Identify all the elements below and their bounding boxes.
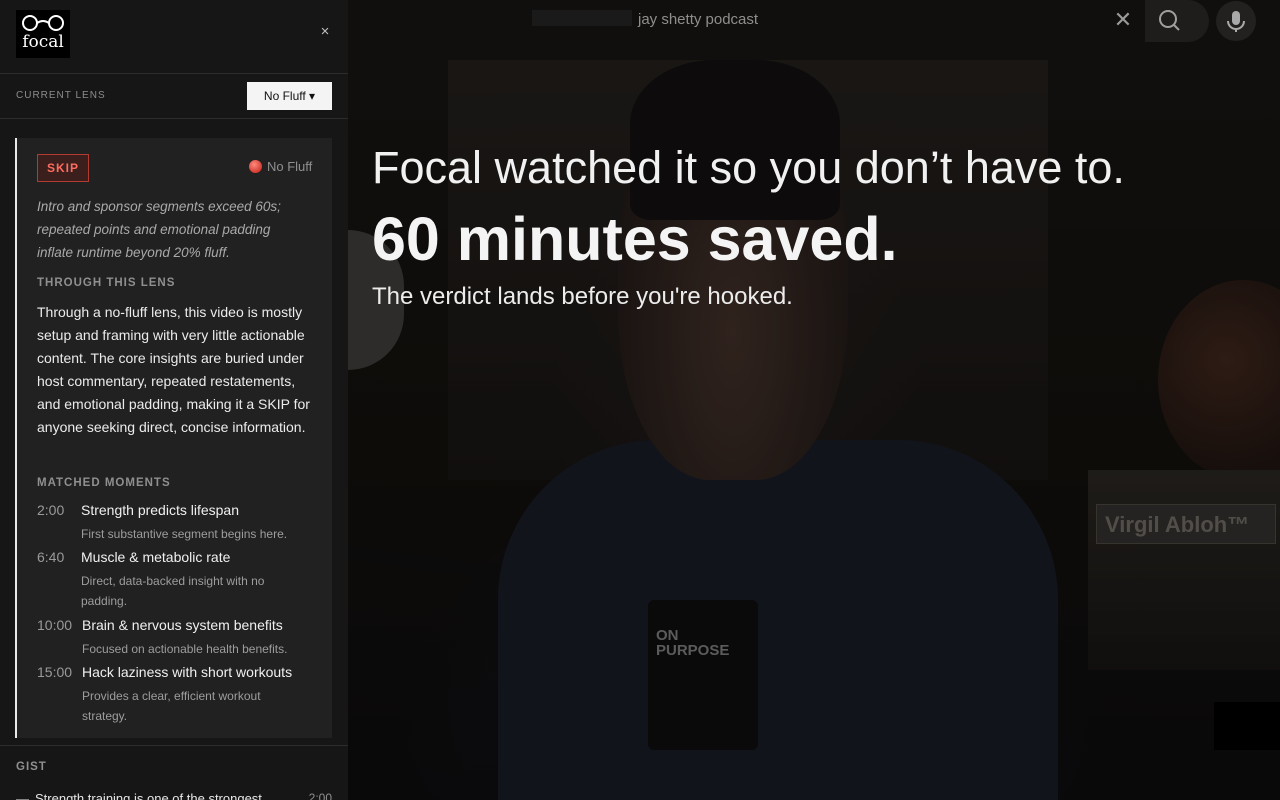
moment-desc: Focused on actionable health benefits. bbox=[82, 642, 288, 656]
through-lens-label: THROUGH THIS LENS bbox=[37, 277, 176, 289]
lens-dropdown[interactable]: No Fluff ▾ bbox=[247, 82, 332, 110]
headline-subtitle: The verdict lands before you're hooked. bbox=[372, 283, 793, 310]
minutes-saved: 60 minutes saved. bbox=[372, 205, 898, 273]
verdict-card: SKIP No Fluff Intro and sponsor segments… bbox=[15, 138, 332, 738]
moment-time[interactable]: 15:00 bbox=[37, 664, 72, 680]
close-sidebar-button[interactable]: × bbox=[316, 23, 334, 43]
verdict-badge: SKIP bbox=[37, 154, 89, 182]
moment-title: Brain & nervous system benefits bbox=[82, 617, 283, 633]
moment-time[interactable]: 6:40 bbox=[37, 549, 64, 565]
gist-item[interactable]: — Strength training is one of the stronge… bbox=[16, 791, 332, 800]
voice-search-button[interactable] bbox=[1216, 1, 1256, 41]
moment-title: Hack laziness with short workouts bbox=[82, 664, 293, 680]
moment-desc: First substantive segment begins here. bbox=[81, 527, 288, 541]
close-icon: × bbox=[320, 23, 330, 40]
video-dim-overlay bbox=[348, 0, 1280, 800]
gist-label: GIST bbox=[16, 761, 47, 773]
search-icon bbox=[1159, 10, 1180, 31]
search-input[interactable]: jay shetty podcast bbox=[638, 11, 758, 28]
bullet-dash: — bbox=[16, 791, 29, 800]
clear-search-button[interactable]: ✕ bbox=[1111, 8, 1135, 32]
glasses-icon bbox=[22, 15, 64, 31]
search-bar: jay shetty podcast ✕ bbox=[348, 0, 1280, 44]
focal-logo: focal bbox=[16, 10, 70, 58]
moment-time[interactable]: 10:00 bbox=[37, 617, 72, 633]
moment-desc: Direct, data-backed insight with no padd… bbox=[81, 574, 265, 608]
through-lens-text: Through a no-fluff lens, this video is m… bbox=[37, 304, 310, 435]
search-button[interactable] bbox=[1145, 0, 1209, 42]
moment-desc: Provides a clear, efficient workout stra… bbox=[82, 689, 261, 723]
savings-headline: Focal watched it so you don’t have to. 6… bbox=[372, 143, 1252, 311]
verdict-reason: Intro and sponsor segments exceed 60s; r… bbox=[37, 199, 281, 260]
brand-name: focal bbox=[22, 32, 64, 52]
search-redaction bbox=[532, 10, 632, 26]
gist-time[interactable]: 2:00 bbox=[309, 791, 332, 800]
video-corner-control bbox=[1214, 702, 1280, 750]
divider bbox=[0, 73, 348, 74]
lens-dot-icon bbox=[249, 160, 262, 173]
current-lens-label: CURRENT LENS bbox=[16, 90, 106, 101]
headline-tagline: Focal watched it so you don’t have to. bbox=[372, 142, 1125, 193]
lens-tag: No Fluff bbox=[249, 159, 312, 174]
focal-sidebar: focal × CURRENT LENS No Fluff ▾ SKIP No … bbox=[0, 0, 348, 800]
video-frame[interactable]: Virgil Abloh™ ON PURPOSE bbox=[348, 0, 1280, 800]
lens-tag-label: No Fluff bbox=[267, 159, 313, 174]
moment-title: Muscle & metabolic rate bbox=[81, 549, 231, 565]
divider bbox=[0, 118, 348, 119]
moment-time[interactable]: 2:00 bbox=[37, 502, 64, 518]
moment-title: Strength predicts lifespan bbox=[81, 502, 239, 518]
mic-icon bbox=[1227, 11, 1245, 32]
gist-text: Strength training is one of the stronges… bbox=[35, 791, 262, 800]
close-icon: ✕ bbox=[1113, 7, 1133, 32]
divider bbox=[0, 745, 348, 746]
matched-moments-label: MATCHED MOMENTS bbox=[37, 477, 171, 489]
